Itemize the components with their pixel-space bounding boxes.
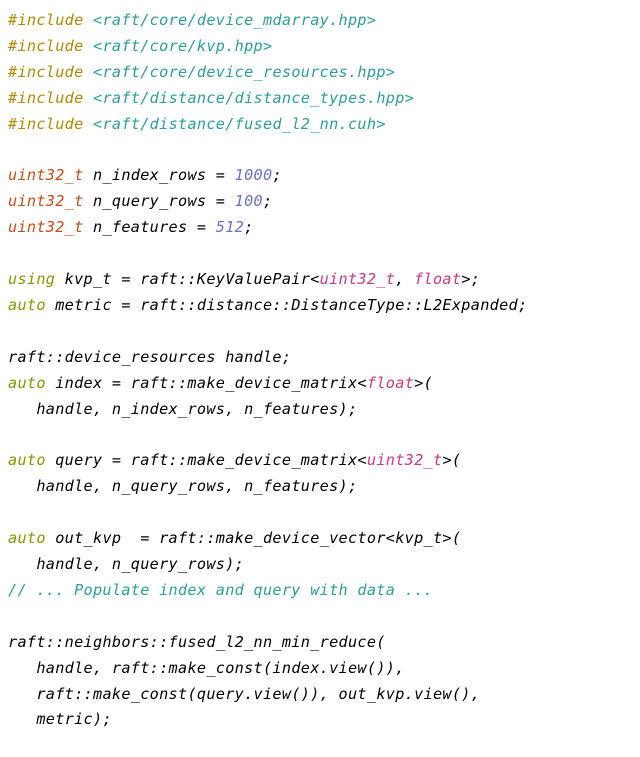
template-type: float [367,374,414,392]
template-type: uint32_t [320,270,396,288]
include-directive: #include [8,11,84,29]
keyword-token: using [8,270,55,288]
code-text: n_index_rows = [84,166,235,184]
comment: // ... Populate index and query with dat… [8,581,433,599]
code-text: metric); [8,710,112,728]
code-text: handle, n_query_rows); [8,555,244,573]
code-block: #include <raft/core/device_mdarray.hpp> … [8,8,632,733]
keyword-token: auto [8,529,46,547]
code-text: handle, n_query_rows, n_features); [8,477,357,495]
code-text: handle, n_index_rows, n_features); [8,400,357,418]
include-directive: #include [8,63,84,81]
type-token: uint32_t [8,192,84,210]
template-type: float [414,270,461,288]
number-literal: 100 [235,192,263,210]
type-token: uint32_t [8,218,84,236]
code-text: raft::neighbors::fused_l2_nn_min_reduce( [8,633,386,651]
code-text: out_kvp = raft::make_device_vector<kvp_t… [46,529,462,547]
include-directive: #include [8,89,84,107]
type-token: uint32_t [8,166,84,184]
code-text: ; [272,166,281,184]
code-text: >( [414,374,433,392]
code-text: metric = raft::distance::DistanceType::L… [46,296,528,314]
code-text: ; [244,218,253,236]
code-text: n_features = [84,218,216,236]
code-text: raft::make_const(query.view()), out_kvp.… [8,685,480,703]
include-path: <raft/core/kvp.hpp> [93,37,272,55]
code-text: index = raft::make_device_matrix< [46,374,367,392]
code-text: ; [263,192,272,210]
keyword-token: auto [8,374,46,392]
include-directive: #include [8,115,84,133]
code-text: kvp_t = raft::KeyValuePair< [55,270,319,288]
code-text: raft::device_resources handle; [8,348,291,366]
template-type: uint32_t [367,451,443,469]
code-text: query = raft::make_device_matrix< [46,451,367,469]
number-literal: 1000 [235,166,273,184]
include-path: <raft/core/device_mdarray.hpp> [93,11,376,29]
keyword-token: auto [8,296,46,314]
number-literal: 512 [216,218,244,236]
include-directive: #include [8,37,84,55]
code-text: , [395,270,414,288]
code-text: >( [442,451,461,469]
keyword-token: auto [8,451,46,469]
include-path: <raft/distance/distance_types.hpp> [93,89,414,107]
code-text: >; [461,270,480,288]
include-path: <raft/core/device_resources.hpp> [93,63,395,81]
code-text: n_query_rows = [84,192,235,210]
code-text: handle, raft::make_const(index.view()), [8,659,405,677]
include-path: <raft/distance/fused_l2_nn.cuh> [93,115,386,133]
